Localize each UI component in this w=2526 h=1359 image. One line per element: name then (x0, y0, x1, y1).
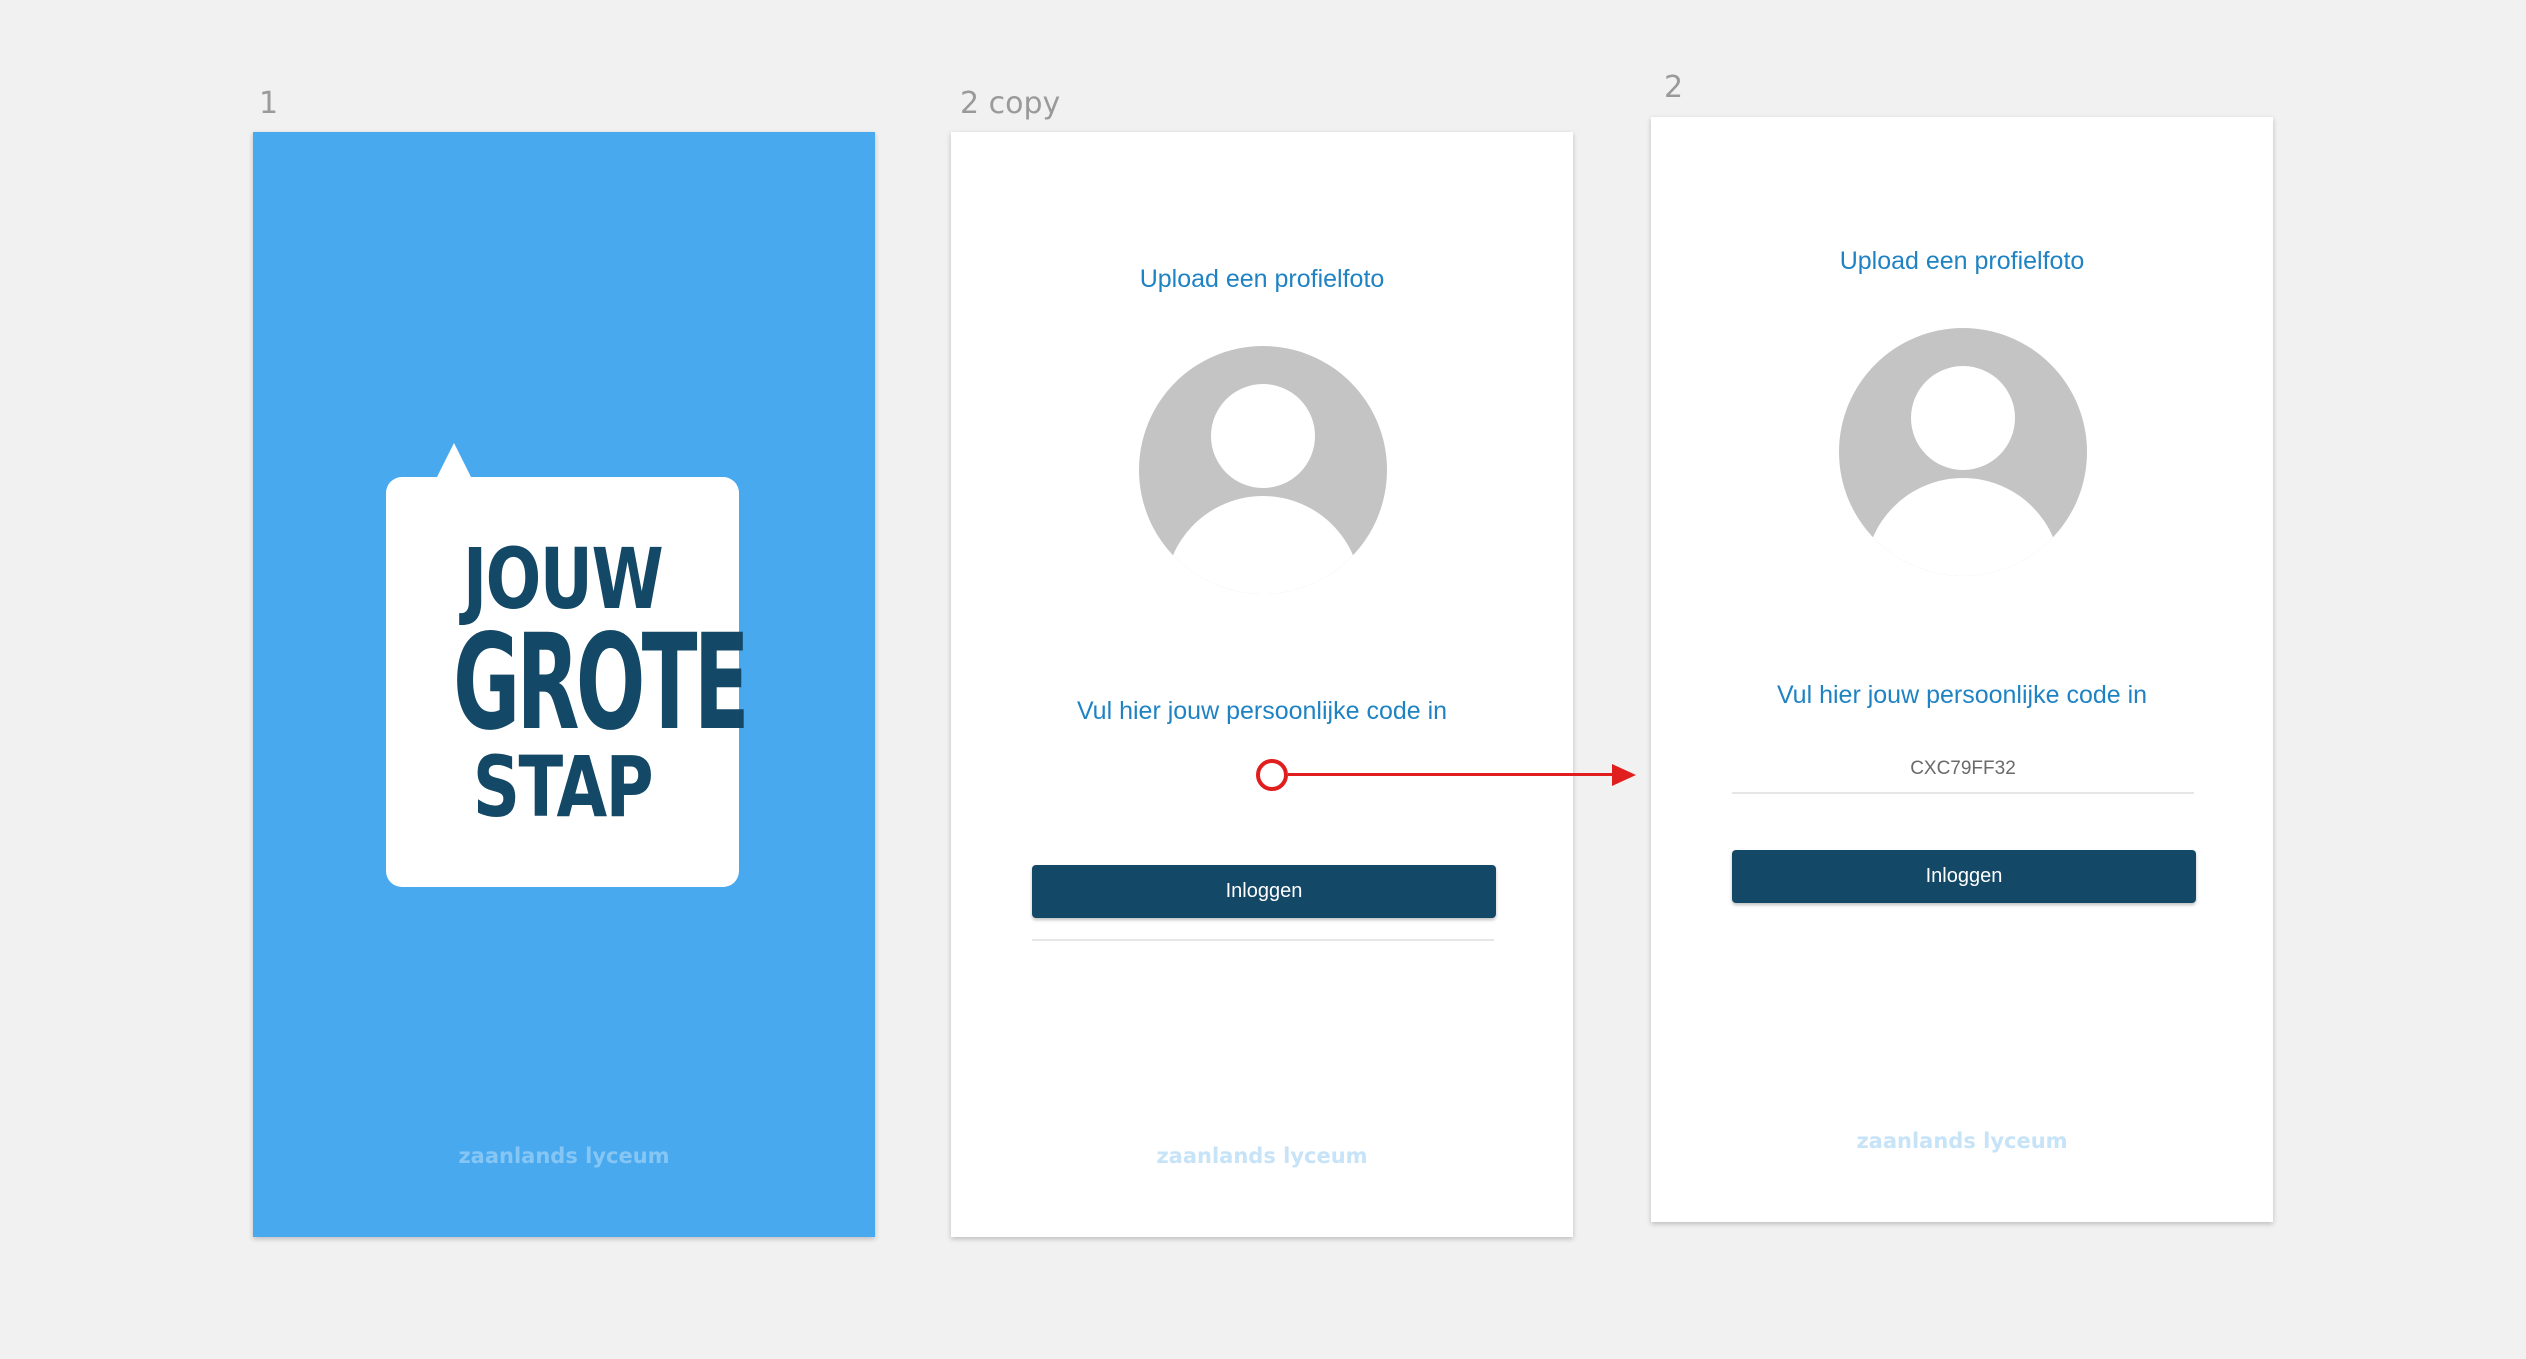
footer-brand: zaanlands lyceum (1156, 1144, 1368, 1168)
avatar-body-shape (1865, 478, 2061, 576)
artboard-label-splash[interactable]: 1 (259, 86, 278, 121)
code-field-label: Vul hier jouw persoonlijke code in (1076, 697, 1448, 725)
logo-line-2: GROTE (453, 606, 750, 760)
artboard-label-login[interactable]: 2 (1664, 70, 1683, 105)
avatar-body-shape (1165, 496, 1361, 594)
speech-bubble-logo: JOUW GROTE STAP (386, 443, 750, 887)
avatar-head-shape (1911, 366, 2015, 470)
login-button[interactable]: Inloggen (1032, 865, 1496, 918)
user-avatar-placeholder-icon[interactable] (1139, 346, 1387, 594)
personal-code-input[interactable] (1732, 746, 2194, 794)
footer-brand: zaanlands lyceum (458, 1144, 670, 1168)
logo-line-3: STAP (472, 738, 654, 836)
code-field-label: Vul hier jouw persoonlijke code in (1776, 681, 2148, 709)
artboard-login-copy[interactable]: Upload een profielfoto Vul hier jouw per… (951, 132, 1573, 1237)
artboard-login[interactable]: Upload een profielfoto Vul hier jouw per… (1651, 117, 2273, 1222)
speech-bubble-tail (436, 443, 472, 479)
prototype-link-arrow-icon (1612, 764, 1636, 786)
footer-brand: zaanlands lyceum (1856, 1129, 2068, 1153)
avatar-head-shape (1211, 384, 1315, 488)
prototype-hotspot-icon[interactable] (1256, 759, 1288, 791)
logo-jouw-grote-stap: JOUW GROTE STAP (386, 537, 750, 836)
artboard-splash[interactable]: JOUW GROTE STAP zaanlands lyceum (253, 132, 875, 1237)
login-button[interactable]: Inloggen (1732, 850, 2196, 903)
upload-photo-title[interactable]: Upload een profielfoto (1651, 247, 2273, 276)
artboard-label-login-copy[interactable]: 2 copy (960, 86, 1060, 121)
prototype-link-line (1288, 773, 1612, 776)
user-avatar-placeholder-icon[interactable] (1839, 328, 2087, 576)
upload-photo-title[interactable]: Upload een profielfoto (951, 265, 1573, 294)
